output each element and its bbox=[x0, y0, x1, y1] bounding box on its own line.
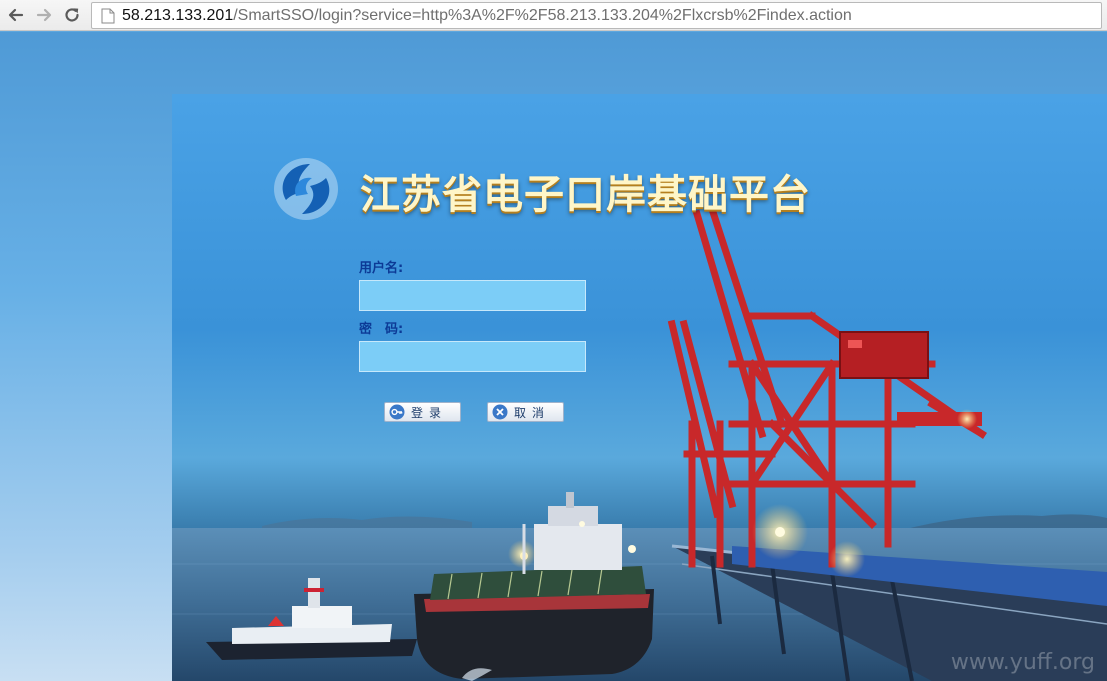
logo-emblem bbox=[274, 158, 338, 220]
password-input[interactable] bbox=[359, 341, 586, 372]
back-icon bbox=[8, 8, 24, 22]
forward-icon bbox=[36, 8, 52, 22]
url-path: /SmartSSO/login?service=http%3A%2F%2F58.… bbox=[233, 6, 852, 24]
address-bar[interactable]: 58.213.133.201/SmartSSO/login?service=ht… bbox=[91, 2, 1102, 29]
username-label: 用户名: bbox=[359, 261, 404, 276]
username-input[interactable] bbox=[359, 280, 586, 311]
reload-button[interactable] bbox=[60, 3, 84, 27]
hero-banner: 江苏省电子口岸基础平台 用户名: 密 码: 登录 取消 www.yuff.org bbox=[172, 94, 1107, 681]
login-button[interactable]: 登录 bbox=[384, 402, 461, 422]
reload-icon bbox=[65, 8, 79, 22]
url-host: 58.213.133.201 bbox=[122, 6, 234, 24]
browser-toolbar: 58.213.133.201/SmartSSO/login?service=ht… bbox=[0, 0, 1107, 31]
watermark: www.yuff.org bbox=[950, 650, 1095, 675]
key-icon bbox=[389, 404, 405, 420]
password-label: 密 码: bbox=[359, 322, 404, 337]
login-button-label: 登录 bbox=[411, 405, 448, 420]
cancel-button[interactable]: 取消 bbox=[487, 402, 564, 422]
cancel-button-label: 取消 bbox=[514, 405, 551, 420]
login-page: 江苏省电子口岸基础平台 用户名: 密 码: 登录 取消 www.yuff.org bbox=[0, 32, 1107, 681]
page-icon bbox=[101, 8, 115, 23]
forward-button[interactable] bbox=[32, 3, 56, 27]
site-title: 江苏省电子口岸基础平台 bbox=[360, 172, 811, 218]
close-icon bbox=[492, 404, 508, 420]
back-button[interactable] bbox=[4, 3, 28, 27]
